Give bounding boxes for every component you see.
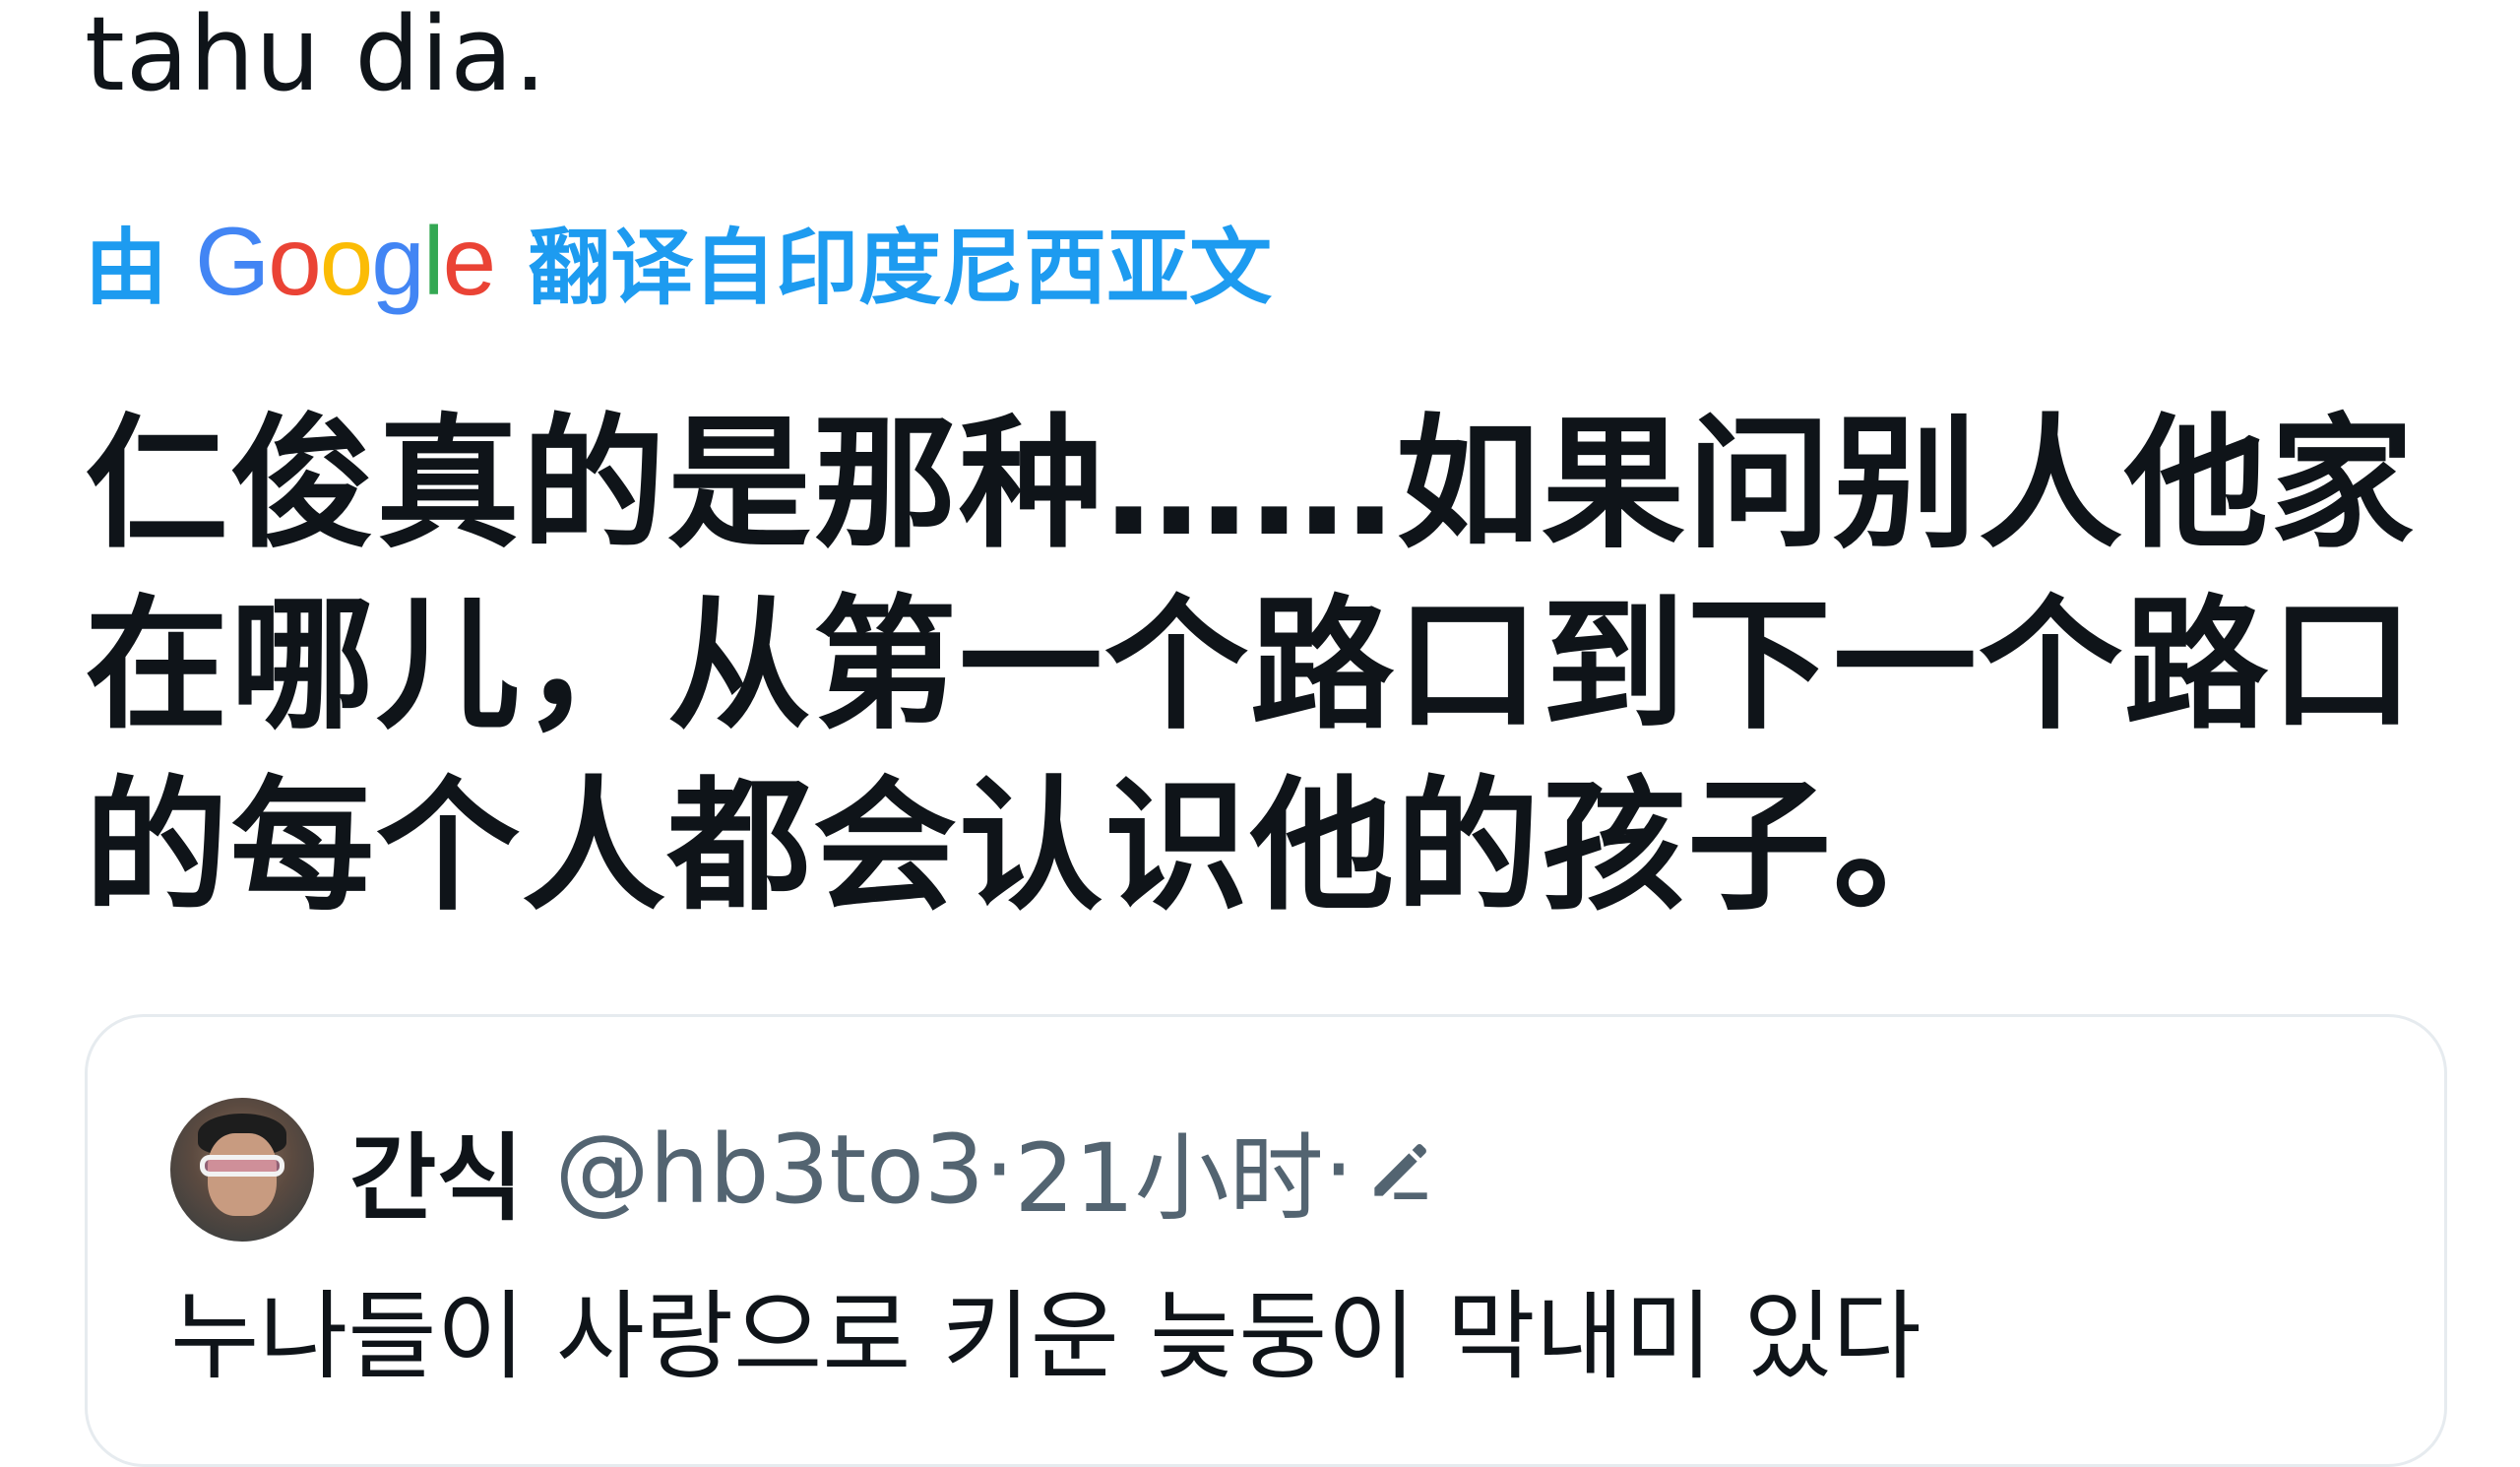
pencil-icon[interactable] <box>1361 1130 1440 1209</box>
quoted-tweet-text: 누나들이 사랑으로 키운 늦둥이 막내미 있다 <box>170 1281 1922 1393</box>
google-logo-letter: o <box>268 206 321 315</box>
google-logo-letter: g <box>371 206 424 315</box>
translation-prefix: 由 <box>85 219 168 316</box>
quoted-display-name[interactable]: 간식 <box>349 1102 524 1239</box>
quoted-tweet-header: 간식 @hb3to3 · 21小时 · <box>170 1096 1440 1244</box>
translation-notice[interactable]: 由 Google 翻译自印度尼西亚文 <box>85 202 1272 320</box>
google-logo-letter: G <box>195 206 270 315</box>
google-logo-letter: e <box>442 206 496 315</box>
translated-tweet-text: 仁俊真的是那种……如果问别人他家在哪儿，从第一个路口到下一个路口的每个人都会认识… <box>85 401 2416 930</box>
quoted-tweet-card[interactable]: 간식 @hb3to3 · 21小时 · 누나들이 사랑으로 키운 늦둥이 막내미… <box>85 1014 2447 1467</box>
quoted-handle[interactable]: @hb3to3 <box>555 1115 984 1225</box>
quoted-timestamp[interactable]: 21小时 <box>1014 1102 1323 1239</box>
meta-separator: · <box>983 1115 1015 1225</box>
original-text-tail: tahu dia. <box>85 0 548 114</box>
google-logo: Google <box>195 206 496 317</box>
google-logo-letter: l <box>422 206 445 315</box>
translation-source-language: 翻译自印度尼西亚文 <box>528 219 1273 316</box>
meta-separator-2: · <box>1323 1115 1354 1225</box>
avatar[interactable] <box>170 1098 314 1242</box>
google-logo-letter: o <box>319 206 373 315</box>
